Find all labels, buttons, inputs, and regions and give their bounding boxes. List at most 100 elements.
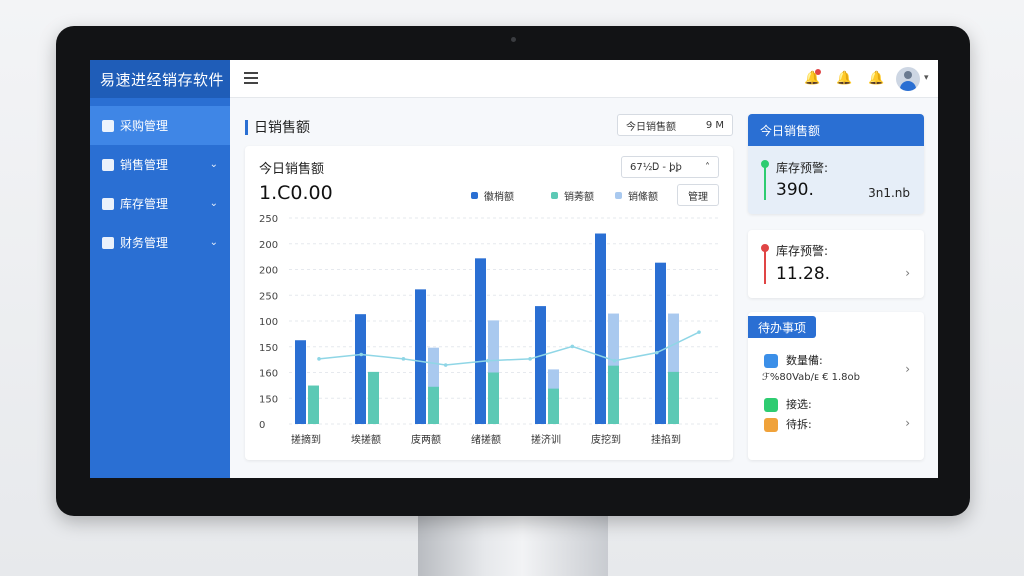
sidebar-item-label: 销售管理 xyxy=(120,158,169,172)
avatar[interactable] xyxy=(896,67,920,91)
bar-series-2 xyxy=(668,371,679,424)
bar-series-1 xyxy=(535,306,546,424)
trend-point xyxy=(612,358,617,363)
y-tick-label: 100 xyxy=(259,317,278,328)
title-accent xyxy=(245,119,248,135)
todo-card: 待办事项 数量備: ℱ%80Vab/ᴇ € 1.8ᴏb › 接选: 待拆: › xyxy=(748,312,924,460)
app-screen: 易速进经销存软件 采购管理 销售管理 ⌄ 库存管理 ⌄ 财务管理 ⌄ 🔔 🔔 🔔… xyxy=(90,60,938,478)
x-tick-label: 挂掐到 xyxy=(651,433,681,446)
bar-series-2 xyxy=(608,365,619,424)
y-tick-label: 200 xyxy=(259,266,278,277)
camera-icon xyxy=(511,37,516,42)
chevron-right-icon[interactable]: › xyxy=(905,416,910,430)
bar-series-2 xyxy=(548,388,559,424)
x-tick-label: 搓摘到 xyxy=(291,433,321,446)
page-title: 日销售额 xyxy=(245,117,310,137)
y-tick-label: 160 xyxy=(259,369,278,380)
bar-series-1 xyxy=(595,233,606,424)
bar-series-2 xyxy=(368,371,379,424)
kpi-value: 390. xyxy=(776,180,814,200)
bar-series-1 xyxy=(295,340,306,424)
x-tick-label: 埃搓额 xyxy=(351,433,381,446)
trend-point xyxy=(317,357,321,361)
x-tick-label: 绪搓额 xyxy=(471,433,501,446)
bell-icon[interactable]: 🔔 xyxy=(804,69,821,86)
pending-icon xyxy=(764,418,778,432)
sidebar-item-finance[interactable]: 财务管理 ⌄ xyxy=(90,223,230,262)
status-dot xyxy=(761,244,769,252)
chevron-right-icon[interactable]: › xyxy=(905,362,910,376)
alert-label: 库存预警: xyxy=(776,244,829,258)
date-filter-label: 今日销售额 xyxy=(626,121,676,133)
check-icon xyxy=(764,398,778,412)
bar-chart: 250 200 200 250 100 150 160 150 0 搓摘到 埃搓额 庋两额 绪搓额 搓济训… xyxy=(259,214,719,446)
todo-item-label: 数量備: xyxy=(786,354,823,367)
sidebar-item-label: 库存管理 xyxy=(120,197,169,211)
y-tick-label: 250 xyxy=(259,214,278,225)
sidebar-item-purchase[interactable]: 采购管理 xyxy=(90,106,230,145)
app-brand: 易速进经销存软件 xyxy=(90,60,230,98)
bar-series-1 xyxy=(475,258,486,424)
y-tick-label: 250 xyxy=(259,291,278,302)
date-filter-value: 9 M xyxy=(705,119,724,131)
stock-alert-card[interactable]: 库存预警: 11.28. › xyxy=(748,230,924,298)
monitor-frame: 易速进经销存软件 采购管理 销售管理 ⌄ 库存管理 ⌄ 财务管理 ⌄ 🔔 🔔 🔔… xyxy=(56,26,970,516)
date-filter[interactable]: 今日销售额 9 M xyxy=(617,114,733,136)
y-tick-label: 0 xyxy=(259,420,265,431)
top-bar: 🔔 🔔 🔔 ▾ xyxy=(230,60,938,98)
bar-series-2 xyxy=(488,372,499,424)
todo-header: 待办事项 xyxy=(748,316,817,338)
trend-point xyxy=(486,358,490,363)
trend-point xyxy=(697,330,701,334)
bar-series-2 xyxy=(428,386,439,424)
sales-chart-card: 今日销售额 1.C0.00 67½Ꭰ - ꝧꝧ ˄ 徽梢额 销莠额 销絛额 管理… xyxy=(245,146,733,460)
cart-icon xyxy=(102,158,114,171)
chevron-down-icon: ⌄ xyxy=(209,159,218,170)
kpi-header: 今日销售额 xyxy=(748,114,924,146)
box-icon xyxy=(102,197,114,210)
bar-series-1 xyxy=(355,314,366,424)
trend-line xyxy=(318,331,700,366)
chevron-down-icon: ⌄ xyxy=(209,237,218,248)
y-tick-label: 150 xyxy=(259,343,278,354)
bar-series-1 xyxy=(415,289,426,424)
chevron-down-icon: ⌄ xyxy=(209,198,218,209)
y-tick-label: 200 xyxy=(259,240,278,251)
notification-dot xyxy=(815,69,821,75)
todo-item-label: 接选: xyxy=(786,398,812,411)
alert-accent-line xyxy=(764,248,766,284)
sidebar-item-label: 财务管理 xyxy=(120,236,169,250)
alert-value: 11.28. xyxy=(776,264,831,284)
y-tick-label: 150 xyxy=(259,394,278,405)
x-tick-label: 搓济训 xyxy=(531,433,561,446)
chevron-right-icon[interactable]: › xyxy=(905,266,910,280)
sidebar-item-label: 采购管理 xyxy=(120,119,169,133)
trend-point xyxy=(570,344,575,349)
kpi-extra: 3n1.nb xyxy=(868,186,910,200)
monitor-stand xyxy=(418,510,608,576)
sidebar-item-inventory[interactable]: 库存管理 ⌄ xyxy=(90,184,230,223)
chevron-down-icon[interactable]: ▾ xyxy=(924,73,929,83)
sidebar-item-sales[interactable]: 销售管理 ⌄ xyxy=(90,145,230,184)
trend-point xyxy=(654,350,659,355)
trend-point xyxy=(528,357,532,361)
todo-item-label: 待拆: xyxy=(786,418,812,431)
x-tick-label: 庋两额 xyxy=(411,433,441,446)
bell-icon[interactable]: 🔔 xyxy=(836,71,852,86)
grid-icon xyxy=(102,119,114,132)
kpi-accent-line xyxy=(764,164,766,200)
data-icon xyxy=(764,354,778,368)
sidebar: 易速进经销存软件 采购管理 销售管理 ⌄ 库存管理 ⌄ 财务管理 ⌄ xyxy=(90,60,230,478)
x-tick-label: 庋挖到 xyxy=(591,433,621,446)
page-title-text: 日销售额 xyxy=(254,120,310,136)
bell-icon[interactable]: 🔔 xyxy=(868,71,884,86)
todo-item-detail: ℱ%80Vab/ᴇ € 1.8ᴏb xyxy=(762,372,860,383)
kpi-card[interactable]: 今日销售额 库存预警: 390. 3n1.nb xyxy=(748,114,924,214)
bar-series-2 xyxy=(308,385,319,424)
bar-series-1 xyxy=(655,262,666,424)
status-dot xyxy=(761,160,769,168)
menu-icon[interactable] xyxy=(244,72,258,84)
trend-point xyxy=(359,352,364,357)
trend-point xyxy=(443,363,448,367)
kpi-label: 库存预警: xyxy=(776,161,829,175)
